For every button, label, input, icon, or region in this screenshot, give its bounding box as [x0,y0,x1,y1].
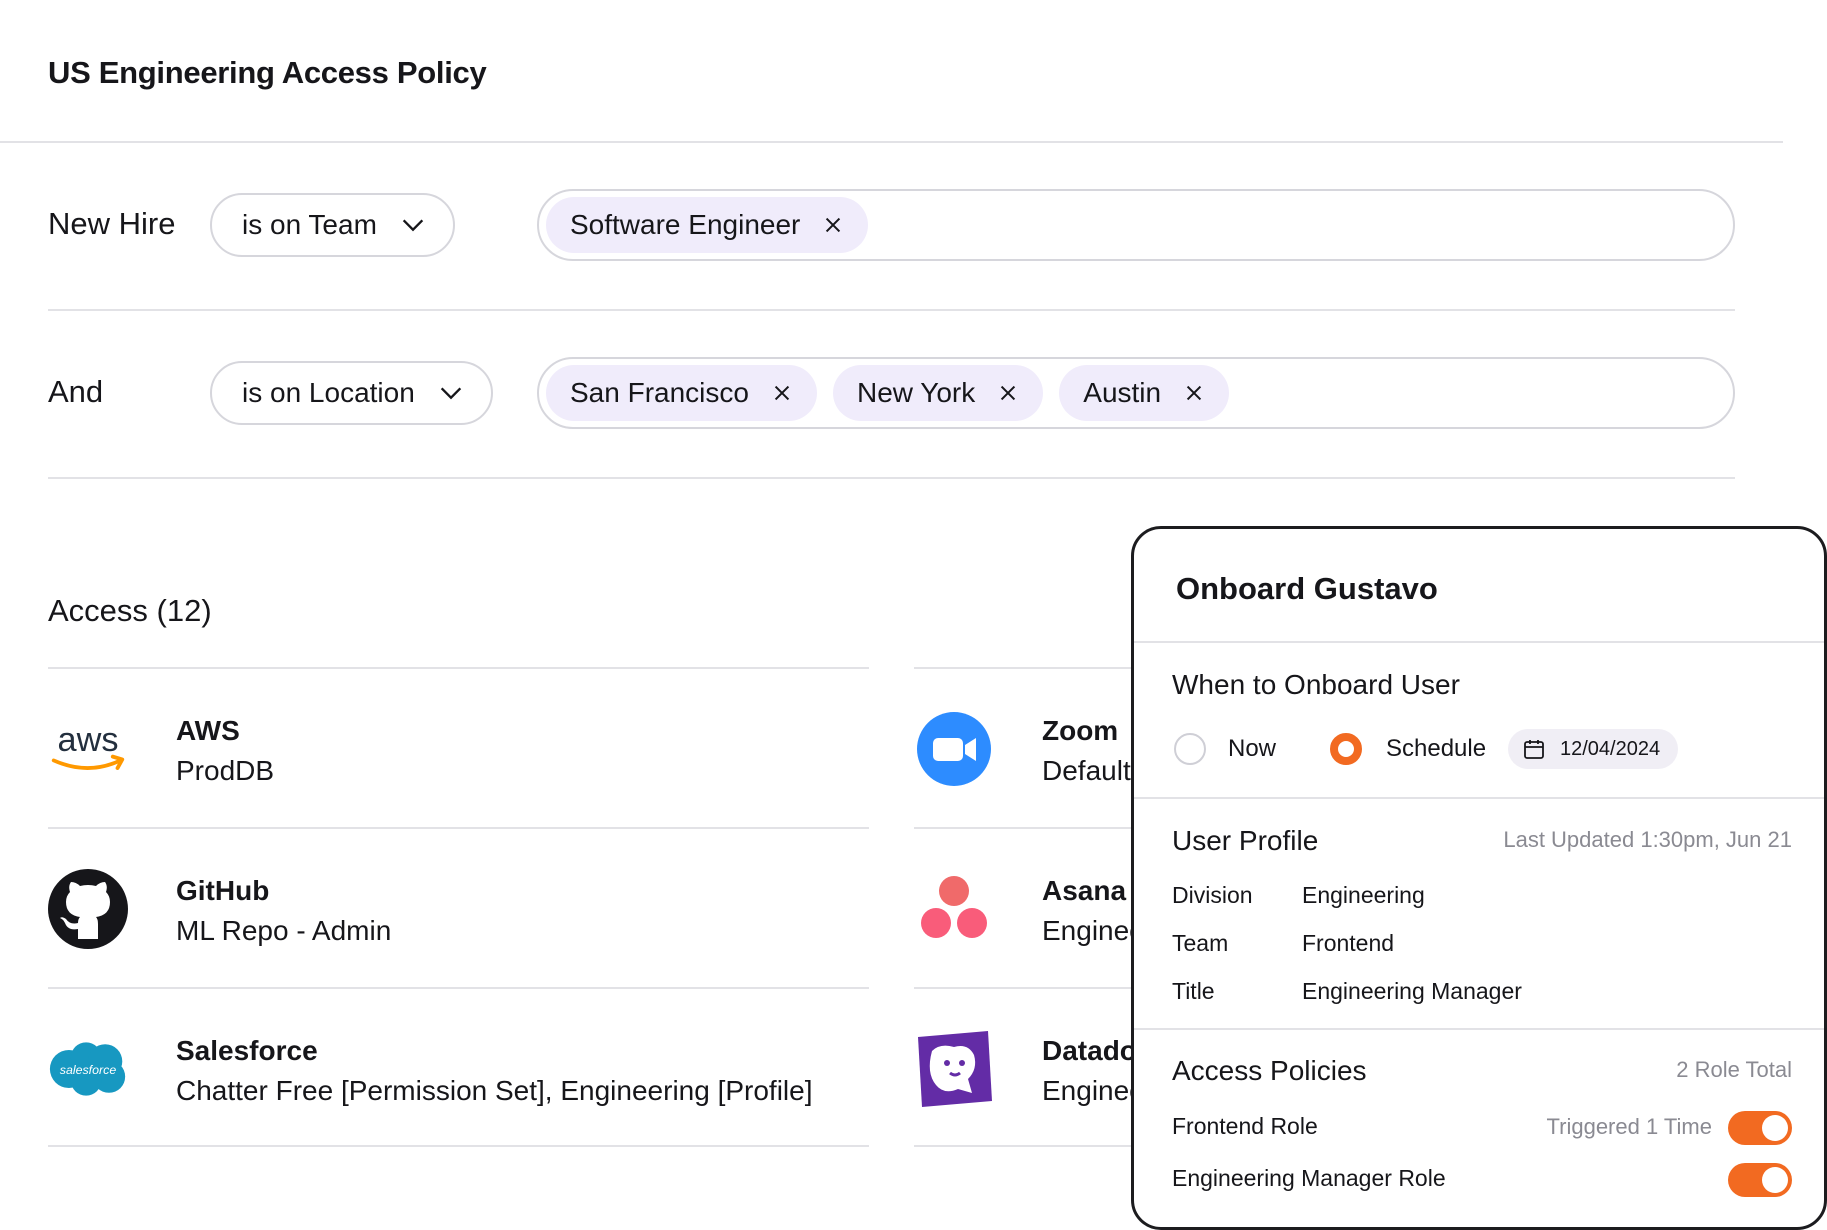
operator-select-location[interactable]: is on Location [210,361,493,425]
panel-title: Onboard Gustavo [1176,571,1438,606]
profile-value-team: Frontend [1302,930,1395,956]
onboard-panel: Onboard Gustavo When to Onboard User Now… [1131,526,1827,1230]
policy-trigger-count: Triggered 1 Time [1546,1114,1712,1139]
value-chip: Austin [1059,365,1230,421]
rule-row-location: And is on Location San Francisco New Yor… [48,311,1735,479]
policies-section-title: Access Policies [1172,1055,1367,1086]
radio-now[interactable] [1174,733,1206,765]
radio-schedule-label[interactable]: Schedule [1386,735,1486,763]
team-values-input[interactable]: Software Engineer [537,189,1735,261]
operator-value: is on Team [242,209,377,240]
rule-label: And [48,374,104,409]
app-row-aws[interactable]: aws AWS ProdDB [48,667,869,827]
remove-chip-icon[interactable] [771,382,793,404]
radio-schedule[interactable] [1330,733,1362,765]
value-chip: Software Engineer [546,197,869,253]
policies-total: 2 Role Total [1676,1057,1792,1082]
app-name: Salesforce [176,1035,318,1066]
remove-chip-icon[interactable] [822,214,844,236]
app-name: Zoom [1042,715,1119,746]
app-detail: Chatter Free [Permission Set], Engineeri… [176,1075,813,1106]
radio-now-label[interactable]: Now [1228,735,1276,763]
location-values-input[interactable]: San Francisco New York Austin [537,357,1735,429]
app-name: Asana [1042,875,1127,906]
profile-key-title: Title [1172,978,1215,1004]
app-name: GitHub [176,875,270,906]
operator-value: is on Location [242,377,415,408]
app-row-salesforce[interactable]: salesforce Salesforce Chatter Free [Perm… [48,987,869,1147]
app-detail: Default [1042,755,1131,786]
profile-value-title: Engineering Manager [1302,978,1522,1004]
profile-key-team: Team [1172,930,1229,956]
aws-logo-icon: aws [48,709,128,789]
value-chip: New York [832,365,1044,421]
app-name: AWS [176,715,240,746]
remove-chip-icon[interactable] [1183,382,1205,404]
rule-row-team: New Hire is on Team Software Engineer [48,143,1735,311]
access-section-title: Access (12) [48,593,212,628]
policy-name: Frontend Role [1172,1113,1318,1139]
datadog-logo-icon [914,1029,994,1109]
profile-section-title: User Profile [1172,825,1319,856]
github-logo-icon [48,869,128,949]
rule-label: New Hire [48,206,176,241]
panel-divider [1134,797,1824,799]
chip-label: San Francisco [570,377,749,408]
app-detail: ML Repo - Admin [176,915,392,946]
chip-label: Software Engineer [570,209,801,240]
profile-value-division: Engineering [1302,882,1425,908]
remove-chip-icon[interactable] [997,382,1019,404]
chip-label: Austin [1083,377,1162,408]
page-title: US Engineering Access Policy [48,55,487,90]
chevron-down-icon [440,387,461,400]
profile-key-division: Division [1172,882,1253,908]
operator-select-team[interactable]: is on Team [210,193,455,257]
value-chip: San Francisco [546,365,817,421]
app-detail: ProdDB [176,755,275,786]
calendar-icon [1524,740,1544,759]
policy-toggle-engineering-manager[interactable] [1728,1163,1792,1197]
app-row-github[interactable]: GitHub ML Repo - Admin [48,827,869,987]
salesforce-logo-text: salesforce [60,1063,117,1077]
profile-last-updated: Last Updated 1:30pm, Jun 21 [1503,827,1792,852]
when-section-title: When to Onboard User [1172,669,1460,700]
chip-label: New York [856,377,976,408]
asana-logo-icon [914,869,994,949]
schedule-date: 12/04/2024 [1560,737,1661,760]
policy-name: Engineering Manager Role [1172,1165,1446,1191]
aws-logo-text: aws [58,721,119,759]
panel-divider [1134,641,1824,643]
chevron-down-icon [402,219,424,232]
salesforce-logo-icon: salesforce [48,1029,128,1109]
policy-toggle-frontend[interactable] [1728,1111,1792,1145]
schedule-date-picker[interactable]: 12/04/2024 [1508,729,1679,769]
zoom-logo-icon [914,709,994,789]
access-list-left: aws AWS ProdDB GitHub ML Repo - Admin sa [48,667,869,1147]
panel-divider [1134,1028,1824,1030]
